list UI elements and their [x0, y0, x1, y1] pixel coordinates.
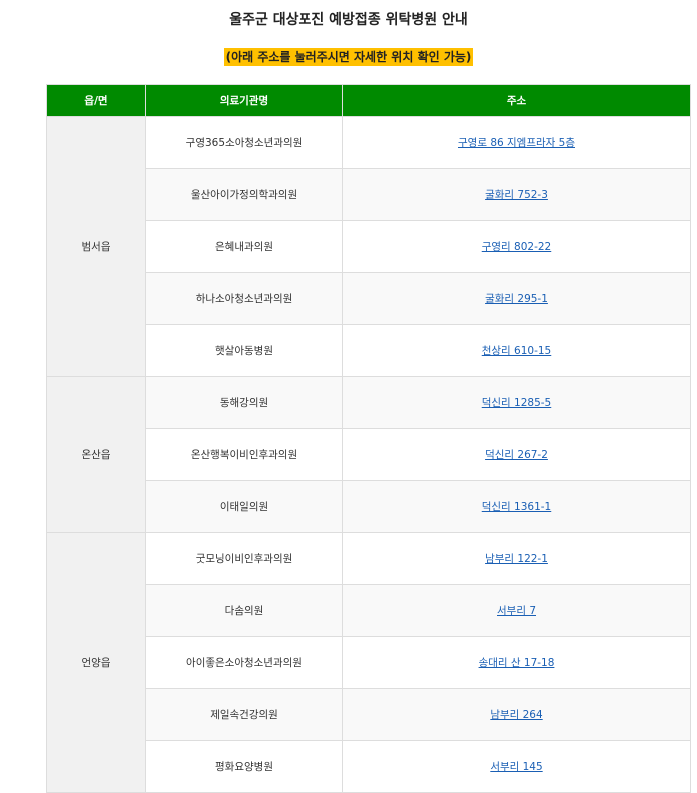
hospital-name: 은혜내과의원	[145, 220, 343, 273]
address-link[interactable]: 남부리 122-1	[485, 553, 548, 565]
address-link[interactable]: 서부리 145	[490, 761, 542, 773]
address-link[interactable]: 구영로 86 지엠프라자 5층	[458, 137, 575, 149]
address-link[interactable]: 송대리 산 17-18	[479, 657, 555, 669]
hospital-name: 온산행복이비인후과의원	[145, 428, 343, 481]
header-hospital-name: 의료기관명	[145, 84, 343, 117]
address-cell: 남부리 264	[342, 688, 691, 741]
hospital-name: 굿모닝이비인후과의원	[145, 532, 343, 585]
table-header-row: 읍/면 의료기관명 주소	[46, 84, 691, 117]
address-link[interactable]: 덕신리 1361-1	[482, 501, 552, 513]
address-cell: 천상리 610-15	[342, 324, 691, 377]
address-link[interactable]: 덕신리 267-2	[485, 449, 548, 461]
address-cell: 굴화리 295-1	[342, 272, 691, 325]
region-cell: 온산읍	[46, 376, 146, 533]
address-cell: 구영리 802-22	[342, 220, 691, 273]
address-cell: 굴화리 752-3	[342, 168, 691, 221]
header-address: 주소	[342, 84, 691, 117]
hospital-name: 구영365소아청소년과의원	[145, 116, 343, 169]
hospital-name: 이태일의원	[145, 480, 343, 533]
address-cell: 남부리 122-1	[342, 532, 691, 585]
address-link[interactable]: 구영리 802-22	[482, 241, 552, 253]
address-cell: 서부리 7	[342, 584, 691, 637]
hospital-name: 하나소아청소년과의원	[145, 272, 343, 325]
table-row: 온산읍 동해강의원 덕신리 1285-5	[46, 376, 691, 533]
page-title: 울주군 대상포진 예방접종 위탁병원 안내	[229, 12, 468, 28]
hospital-name: 다솜의원	[145, 584, 343, 637]
address-cell: 덕신리 1285-5	[342, 376, 691, 429]
header-region: 읍/면	[46, 84, 146, 117]
hospital-name: 아이좋은소아청소년과의원	[145, 636, 343, 689]
address-link[interactable]: 굴화리 295-1	[485, 293, 548, 305]
table-row: 언양읍 굿모닝이비인후과의원 남부리 122-1	[46, 532, 691, 793]
hospital-name: 동해강의원	[145, 376, 343, 429]
region-cell: 범서읍	[46, 116, 146, 377]
address-link[interactable]: 남부리 264	[490, 709, 542, 721]
address-link[interactable]: 굴화리 752-3	[485, 189, 548, 201]
location-note: (아래 주소를 눌러주시면 자세한 위치 확인 가능)	[223, 48, 474, 66]
address-link[interactable]: 서부리 7	[497, 605, 536, 617]
address-cell: 송대리 산 17-18	[342, 636, 691, 689]
address-cell: 서부리 145	[342, 740, 691, 793]
address-cell: 덕신리 267-2	[342, 428, 691, 481]
note-wrapper: (아래 주소를 눌러주시면 자세한 위치 확인 가능)	[0, 47, 697, 66]
address-link[interactable]: 덕신리 1285-5	[482, 397, 552, 409]
region-cell: 언양읍	[46, 532, 146, 793]
hospital-name: 평화요양병원	[145, 740, 343, 793]
address-cell: 덕신리 1361-1	[342, 480, 691, 533]
address-link[interactable]: 천상리 610-15	[482, 345, 552, 357]
table-row: 범서읍 구영365소아청소년과의원 구영로 86 지엠프라자 5층	[46, 116, 691, 377]
hospital-table: 읍/면 의료기관명 주소 범서읍 구영365소아청소년과의원 구영로 86 지엠…	[46, 84, 691, 793]
hospital-name: 햇살아동병원	[145, 324, 343, 377]
hospital-name: 제일속건강의원	[145, 688, 343, 741]
address-cell: 구영로 86 지엠프라자 5층	[342, 116, 691, 169]
hospital-name: 울산아이가정의학과의원	[145, 168, 343, 221]
